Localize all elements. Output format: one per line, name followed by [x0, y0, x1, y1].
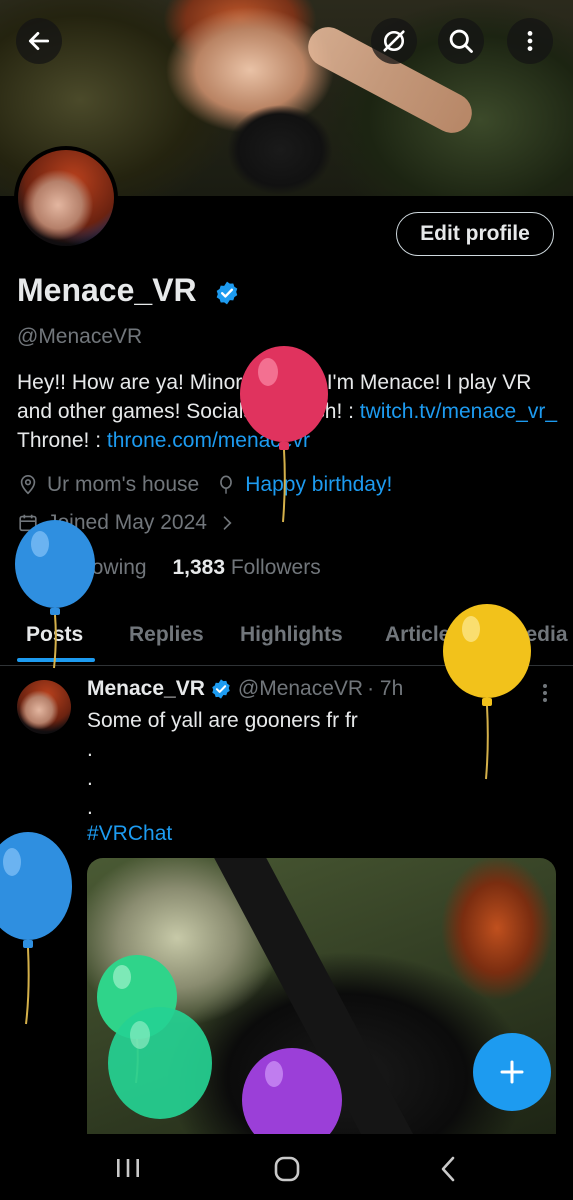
system-nav-bar: [0, 1134, 573, 1200]
balloon-yellow: [443, 604, 531, 780]
search-icon: [449, 29, 473, 53]
back-nav-icon[interactable]: [436, 1155, 460, 1183]
followers-label: Followers: [230, 556, 321, 579]
bio-text-2: Throne! :: [17, 429, 107, 452]
compose-post-button[interactable]: [473, 1033, 551, 1111]
chevron-right-icon: [223, 516, 232, 530]
followers-count: 1,383: [172, 556, 226, 579]
display-name-text: Menace_VR: [17, 272, 197, 308]
post-author-handle: @MenaceVR: [237, 677, 364, 700]
home-icon[interactable]: [273, 1155, 301, 1183]
balloon-green-2: [108, 1007, 212, 1119]
post-hashtag[interactable]: #VRChat: [87, 822, 172, 846]
location-pin-icon: [20, 475, 36, 495]
post-header: Menace_VR @MenaceVR · 7h: [87, 677, 403, 701]
post-time: · 7h: [367, 677, 404, 700]
post-more-icon[interactable]: [537, 682, 553, 704]
back-button[interactable]: [16, 18, 62, 64]
display-name: Menace_VR: [17, 272, 240, 309]
post-author-name[interactable]: Menace_VR: [87, 677, 205, 701]
post-text: Some of yall are gooners fr fr . . .: [87, 709, 358, 819]
balloon-purple: [242, 1048, 342, 1134]
plus-icon: [500, 1060, 524, 1084]
edit-profile-button[interactable]: Edit profile: [396, 212, 554, 256]
search-button[interactable]: [438, 18, 484, 64]
more-button[interactable]: [507, 18, 553, 64]
grok-button[interactable]: [371, 18, 417, 64]
balloon-icon: [220, 475, 233, 494]
tab-highlights[interactable]: Highlights: [240, 623, 343, 647]
location-text: Ur mom's house: [47, 473, 200, 496]
arrow-left-icon: [28, 32, 50, 50]
profile-avatar[interactable]: [14, 146, 118, 250]
tab-replies[interactable]: Replies: [129, 623, 204, 647]
profile-meta-row: Ur mom's house Happy birthday!: [17, 473, 392, 497]
profile-handle: @MenaceVR: [17, 325, 143, 348]
followers-link[interactable]: 1,383 Followers: [172, 556, 320, 579]
more-vertical-icon: [527, 31, 533, 51]
verified-badge-icon: [212, 679, 230, 699]
verified-badge-icon: [216, 281, 237, 304]
balloon-blue-2: [0, 832, 72, 1025]
circle-slash-icon: [383, 30, 405, 52]
twitch-link[interactable]: twitch.tv/menace_vr_: [360, 400, 557, 423]
recent-apps-icon[interactable]: [114, 1156, 142, 1180]
balloon-red: [240, 346, 328, 523]
balloon-blue-1: [15, 520, 95, 669]
post-avatar[interactable]: [17, 680, 71, 734]
